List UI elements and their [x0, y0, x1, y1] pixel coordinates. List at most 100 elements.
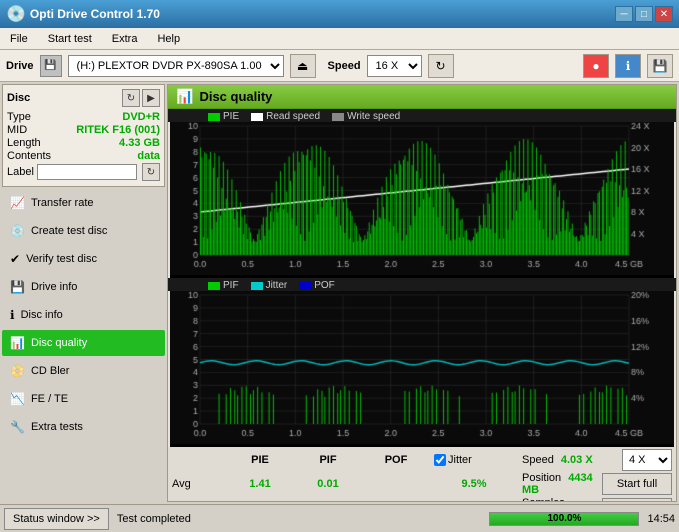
status-text: Test completed: [113, 513, 486, 525]
sidebar-item-disc-quality[interactable]: 📊 Disc quality: [2, 330, 165, 356]
jitter-checkbox[interactable]: [434, 454, 446, 466]
sidebar-item-drive-info[interactable]: 💾 Drive info: [2, 274, 165, 300]
nav-label-create-test-disc: Create test disc: [31, 225, 107, 237]
menu-extra[interactable]: Extra: [106, 31, 144, 47]
chart1-legend: PIE Read speed Write speed: [168, 109, 676, 122]
speed-info-value: 4.03 X: [561, 454, 593, 466]
legend-pof: POF: [299, 280, 335, 291]
label-refresh-button[interactable]: ↻: [142, 163, 160, 181]
disc-section: Disc ↻ ▶ Type DVD+R MID RITEK F16 (001) …: [2, 84, 165, 187]
sidebar-item-verify-test-disc[interactable]: ✔ Verify test disc: [2, 246, 165, 272]
chart2-legend: PIF Jitter POF: [168, 278, 676, 291]
pie-legend-label: PIE: [223, 111, 239, 122]
create-test-disc-icon: 💿: [10, 224, 25, 238]
extra-tests-icon: 🔧: [10, 420, 25, 434]
sidebar: Disc ↻ ▶ Type DVD+R MID RITEK F16 (001) …: [0, 82, 167, 504]
type-label: Type: [7, 111, 31, 123]
content-title: Disc quality: [199, 89, 272, 104]
menu-file[interactable]: File: [4, 31, 34, 47]
mid-value: RITEK F16 (001): [76, 124, 160, 136]
main-area: Disc ↻ ▶ Type DVD+R MID RITEK F16 (001) …: [0, 82, 679, 504]
transfer-rate-icon: 📈: [10, 196, 25, 210]
legend-write-speed: Write speed: [332, 111, 400, 122]
chart2-canvas: [170, 291, 674, 444]
position-label: Position: [522, 472, 561, 484]
test-speed-select[interactable]: 4 X: [622, 449, 672, 471]
legend-pif: PIF: [208, 280, 239, 291]
legend-jitter: Jitter: [251, 280, 288, 291]
nav-label-extra-tests: Extra tests: [31, 421, 83, 433]
nav-label-transfer-rate: Transfer rate: [31, 197, 94, 209]
time-display: 14:54: [647, 513, 675, 525]
menu-help[interactable]: Help: [151, 31, 186, 47]
pif-header: PIF: [298, 454, 358, 466]
label-input[interactable]: [37, 164, 137, 180]
pie-legend-box: [208, 113, 220, 121]
stats-header-row: PIE PIF POF Jitter Speed 4.03 X 4 X: [172, 449, 672, 471]
fe-te-icon: 📉: [10, 392, 25, 406]
sidebar-item-cd-bler[interactable]: 📀 CD Bler: [2, 358, 165, 384]
drive-select[interactable]: (H:) PLEXTOR DVDR PX-890SA 1.00: [68, 55, 284, 77]
legend-read-speed: Read speed: [251, 111, 320, 122]
disc-quality-icon: 📊: [10, 336, 25, 350]
sidebar-item-extra-tests[interactable]: 🔧 Extra tests: [2, 414, 165, 440]
content-icon: 📊: [176, 88, 193, 105]
content-header: 📊 Disc quality: [168, 85, 676, 109]
mid-label: MID: [7, 124, 27, 136]
start-full-button[interactable]: Start full: [602, 473, 672, 495]
disc-arrow-button[interactable]: ▶: [142, 89, 160, 107]
save-button[interactable]: 💾: [647, 54, 673, 78]
minimize-button[interactable]: ─: [615, 6, 633, 22]
jitter-avg: 9.5%: [434, 478, 514, 490]
nav-label-disc-info: Disc info: [21, 309, 63, 321]
nav-label-verify-test-disc: Verify test disc: [26, 253, 97, 265]
write-speed-legend-box: [332, 113, 344, 121]
pof-legend-box: [299, 282, 311, 290]
maximize-button[interactable]: □: [635, 6, 653, 22]
titlebar: 💿 Opti Drive Control 1.70 ─ □ ✕: [0, 0, 679, 28]
pof-legend-label: POF: [314, 280, 335, 291]
verify-test-disc-icon: ✔: [10, 252, 20, 266]
label-label: Label: [7, 166, 34, 178]
write-speed-legend-label: Write speed: [347, 111, 400, 122]
legend-pie: PIE: [208, 111, 239, 122]
read-speed-legend-box: [251, 113, 263, 121]
cd-bler-icon: 📀: [10, 364, 25, 378]
jitter-header: Jitter: [434, 454, 514, 466]
drivebar: Drive 💾 (H:) PLEXTOR DVDR PX-890SA 1.00 …: [0, 50, 679, 82]
disc-refresh-button[interactable]: ↻: [122, 89, 140, 107]
close-button[interactable]: ✕: [655, 6, 673, 22]
type-value: DVD+R: [122, 111, 160, 123]
progress-bar: 100.0%: [489, 512, 639, 526]
read-speed-legend-label: Read speed: [266, 111, 320, 122]
drive-label: Drive: [6, 60, 34, 72]
jitter-legend-box: [251, 282, 263, 290]
status-window-button[interactable]: Status window >>: [4, 508, 109, 530]
start-part-button[interactable]: Start part: [602, 498, 672, 501]
info-button[interactable]: ℹ: [615, 54, 641, 78]
menu-start-test[interactable]: Start test: [42, 31, 98, 47]
chart1-canvas: [170, 122, 674, 275]
sidebar-item-fe-te[interactable]: 📉 FE / TE: [2, 386, 165, 412]
nav-label-disc-quality: Disc quality: [31, 337, 87, 349]
samples-info: Samples 132847: [522, 497, 602, 501]
pie-header: PIE: [230, 454, 290, 466]
refresh-button[interactable]: ↻: [428, 54, 454, 78]
titlebar-title: Opti Drive Control 1.70: [30, 7, 160, 21]
avg-label: Avg: [172, 478, 222, 490]
pif-avg: 0.01: [298, 478, 358, 490]
content-panel: 📊 Disc quality PIE Read speed Write spee…: [167, 84, 677, 502]
red-button[interactable]: ●: [583, 54, 609, 78]
nav-label-cd-bler: CD Bler: [31, 365, 70, 377]
speed-select[interactable]: 16 X: [367, 55, 422, 77]
position-info: Position 4434 MB: [522, 472, 602, 496]
nav-label-drive-info: Drive info: [31, 281, 77, 293]
jitter-legend-label: Jitter: [266, 280, 288, 291]
sidebar-item-disc-info[interactable]: ℹ Disc info: [2, 302, 165, 328]
chart1: [170, 122, 674, 278]
sidebar-item-create-test-disc[interactable]: 💿 Create test disc: [2, 218, 165, 244]
sidebar-item-transfer-rate[interactable]: 📈 Transfer rate: [2, 190, 165, 216]
pie-avg: 1.41: [230, 478, 290, 490]
eject-button[interactable]: ⏏: [290, 54, 316, 78]
disc-title: Disc: [7, 92, 30, 104]
